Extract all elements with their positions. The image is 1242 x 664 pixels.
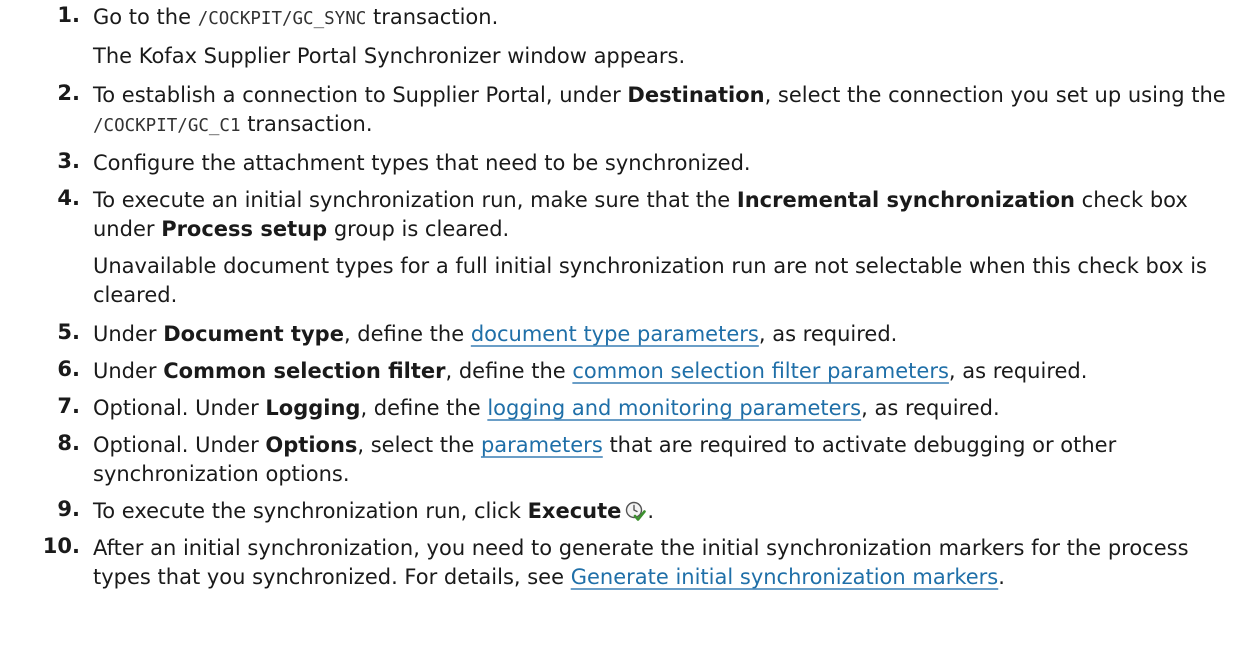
common-selection-filter-parameters-link[interactable]: common selection filter parameters — [572, 359, 949, 383]
step-number: 10. — [42, 534, 80, 558]
step-text: To execute an initial synchronization ru… — [93, 188, 1188, 241]
ui-term-common-selection-filter: Common selection filter — [163, 359, 446, 383]
transaction-code: /COCKPIT/GC_SYNC — [197, 9, 367, 29]
step-number: 5. — [57, 320, 80, 344]
step-text: To establish a connection to Supplier Po… — [93, 83, 1226, 136]
execute-icon — [624, 500, 647, 522]
step-number: 7. — [57, 394, 80, 418]
step-number: 6. — [57, 357, 80, 381]
step-text: Under Common selection filter, define th… — [93, 359, 1088, 383]
ui-term-incremental-sync: Incremental synchronization — [736, 188, 1075, 212]
step-2: 2. To establish a connection to Supplier… — [0, 81, 1242, 141]
step-1: 1. Go to the /COCKPIT/GC_SYNC transactio… — [0, 3, 1242, 71]
step-text: To execute the synchronization run, clic… — [93, 499, 655, 523]
step-10: 10. After an initial synchronization, yo… — [0, 534, 1242, 592]
step-3: 3. Configure the attachment types that n… — [0, 149, 1242, 178]
transaction-code: /COCKPIT/GC_C1 — [93, 116, 241, 136]
ui-term-document-type: Document type — [163, 322, 344, 346]
step-8: 8. Optional. Under Options, select the p… — [0, 431, 1242, 489]
step-text: After an initial synchronization, you ne… — [93, 536, 1189, 589]
step-number: 9. — [57, 497, 80, 521]
step-number: 8. — [57, 431, 80, 455]
step-text: Optional. Under Options, select the para… — [93, 433, 1117, 486]
step-text: Go to the /COCKPIT/GC_SYNC transaction. — [93, 5, 499, 29]
step-text: Under Document type, define the document… — [93, 322, 898, 346]
ui-term-logging: Logging — [265, 396, 361, 420]
step-result-note: The Kofax Supplier Portal Synchronizer w… — [93, 44, 686, 68]
step-5: 5. Under Document type, define the docum… — [0, 320, 1242, 349]
document-type-parameters-link[interactable]: document type parameters — [471, 322, 759, 346]
step-result-note: Unavailable document types for a full in… — [93, 254, 1207, 307]
step-text: Configure the attachment types that need… — [93, 151, 751, 175]
ui-term-execute: Execute — [527, 499, 622, 523]
step-4: 4. To execute an initial synchronization… — [0, 186, 1242, 310]
step-9: 9. To execute the synchronization run, c… — [0, 497, 1242, 526]
step-number: 1. — [57, 3, 80, 27]
generate-sync-markers-link[interactable]: Generate initial synchronization markers — [571, 565, 999, 589]
step-text: Optional. Under Logging, define the logg… — [93, 396, 1000, 420]
step-6: 6. Under Common selection filter, define… — [0, 357, 1242, 386]
ui-term-options: Options — [265, 433, 358, 457]
ui-term-process-setup: Process setup — [161, 217, 328, 241]
step-7: 7. Optional. Under Logging, define the l… — [0, 394, 1242, 423]
procedure-steps: 1. Go to the /COCKPIT/GC_SYNC transactio… — [0, 0, 1242, 592]
step-number: 2. — [57, 81, 80, 105]
ui-term-destination: Destination — [627, 83, 765, 107]
logging-monitoring-parameters-link[interactable]: logging and monitoring parameters — [487, 396, 861, 420]
step-number: 3. — [57, 149, 80, 173]
step-number: 4. — [57, 186, 80, 210]
parameters-link[interactable]: parameters — [481, 433, 603, 457]
